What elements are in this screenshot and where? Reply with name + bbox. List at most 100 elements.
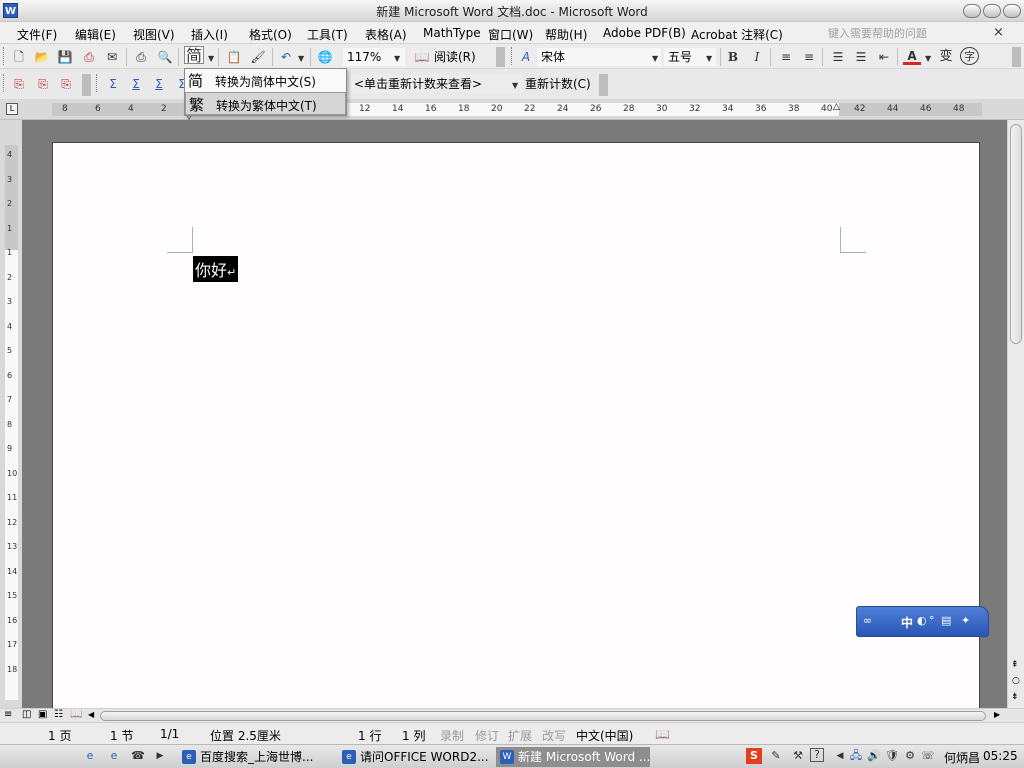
mathtype-inline-icon[interactable]: Σ <box>150 75 168 93</box>
convert-and-review-pdf-icon[interactable]: ⎘ <box>57 75 75 93</box>
convert-to-pdf-icon[interactable]: ⎘ <box>10 75 28 93</box>
word-count-combo[interactable]: <单击重新计数来查看> <box>350 75 522 93</box>
enclose-characters-icon[interactable]: 字 <box>960 47 979 65</box>
font-name-combo[interactable]: 宋体 <box>537 48 661 66</box>
menu-window[interactable]: 窗口(W) <box>488 26 533 43</box>
permission-icon[interactable]: ⎙ <box>80 48 98 66</box>
convert-to-simplified-item[interactable]: 简 转换为简体中文(S) <box>185 69 346 92</box>
start-apple-icon[interactable] <box>28 748 44 764</box>
normal-view-icon[interactable]: ≡ <box>4 709 12 720</box>
toolbar-overflow-chevron[interactable] <box>82 74 91 96</box>
ime-fullwidth-icon[interactable]: ° <box>929 614 935 627</box>
mathtype-sum-icon[interactable]: Σ <box>104 75 122 93</box>
vertical-scrollbar[interactable]: ⇞ ○ ⇟ <box>1007 120 1024 708</box>
menu-table[interactable]: 表格(A) <box>365 26 407 43</box>
next-page-icon[interactable]: ⇟ <box>1011 692 1019 702</box>
format-painter-icon[interactable]: 🖌 <box>249 48 267 66</box>
read-mode-icon[interactable]: 📖 <box>413 48 431 66</box>
chevron-down-icon[interactable]: ▼ <box>925 54 931 63</box>
tray-clock[interactable]: 05:25 <box>983 749 1018 763</box>
status-track-changes[interactable]: 修订 <box>475 727 499 744</box>
menu-mathtype[interactable]: MathType <box>423 26 481 40</box>
ime-chinese-mode-icon[interactable]: 中 <box>901 614 913 631</box>
toolbar-overflow-chevron[interactable] <box>599 74 608 96</box>
print-layout-icon[interactable]: ▣ <box>38 709 47 720</box>
styles-pane-icon[interactable]: A <box>517 48 535 66</box>
print-preview-icon[interactable]: 🔍 <box>156 48 174 66</box>
settings-icon[interactable]: ⚙ <box>902 748 918 764</box>
email-icon[interactable]: ✉ <box>103 48 121 66</box>
decrease-indent-icon[interactable]: ⇤ <box>875 48 893 66</box>
new-document-icon[interactable]: 🗋 <box>10 48 28 66</box>
bold-button[interactable]: B <box>724 48 742 66</box>
bulleted-list-icon[interactable]: ☰ <box>852 48 870 66</box>
recount-button[interactable]: 重新计数(C) <box>521 75 591 93</box>
scroll-left-icon[interactable]: ◀ <box>88 710 94 719</box>
reading-layout-icon[interactable]: 📖 <box>70 709 82 720</box>
paste-icon[interactable]: 📋 <box>225 48 243 66</box>
menu-file[interactable]: 文件(F) <box>17 26 57 43</box>
network-icon[interactable]: 🖧 <box>848 748 864 764</box>
chevron-down-icon[interactable]: ▼ <box>394 54 400 63</box>
web-layout-icon[interactable]: ◫ <box>22 709 31 720</box>
tray-expand-icon[interactable]: ◀ <box>832 748 848 764</box>
spelling-status-icon[interactable]: 📖 <box>655 727 670 741</box>
horizontal-ruler[interactable]: L 86422468101214161820222426283032343638… <box>0 100 1024 121</box>
ime-tools-icon[interactable]: ✦ <box>961 614 970 627</box>
document-page[interactable]: 你好↵ <box>52 142 980 722</box>
toolbar-grip[interactable] <box>3 74 6 92</box>
help-question-box[interactable]: 键入需要帮助的问题 <box>828 25 927 41</box>
quicklaunch-expand-icon[interactable]: ▶ <box>152 748 168 764</box>
previous-page-icon[interactable]: ⇞ <box>1011 660 1019 670</box>
status-language[interactable]: 中文(中国) <box>576 727 633 744</box>
taskbar-item-word[interactable]: W 新建 Microsoft Word ... <box>496 747 650 767</box>
menu-format[interactable]: 格式(O) <box>249 26 292 43</box>
hyperlink-globe-icon[interactable]: 🌐 <box>316 48 334 66</box>
tray-pen-icon[interactable]: ✎ <box>768 748 784 764</box>
ime-status-bar[interactable]: ∞ 中 ◐ ° ▤ ✦ <box>856 606 989 637</box>
chevron-down-icon[interactable]: ▼ <box>512 81 518 90</box>
close-document-button[interactable]: × <box>993 25 1004 40</box>
quicklaunch-ie-icon[interactable]: e <box>82 748 98 764</box>
toolbar-grip[interactable] <box>511 47 514 65</box>
font-color-button[interactable]: A <box>903 47 921 65</box>
volume-icon[interactable]: 🔊 <box>866 748 882 764</box>
ime-logo-icon[interactable]: ∞ <box>863 614 872 627</box>
toolbar-grip[interactable] <box>3 47 6 65</box>
menu-view[interactable]: 视图(V) <box>133 26 175 43</box>
right-indent-marker[interactable]: △ <box>833 102 840 112</box>
toolbar-overflow-chevron[interactable] <box>1012 47 1021 67</box>
menu-acrobat-comments[interactable]: Acrobat 注释(C) <box>691 26 783 43</box>
menu-insert[interactable]: 插入(I) <box>191 26 228 43</box>
vertical-ruler[interactable]: 4 3 2 1 1 2 3 4 5 6 7 8 9 10 11 12 13 14 15 16 17 18 <box>0 120 22 708</box>
status-record-macro[interactable]: 录制 <box>440 727 464 744</box>
status-overtype[interactable]: 改写 <box>542 727 566 744</box>
scroll-right-icon[interactable]: ▶ <box>994 710 1000 719</box>
convert-and-email-pdf-icon[interactable]: ⎘ <box>34 75 52 93</box>
open-folder-icon[interactable]: 📂 <box>33 48 51 66</box>
quicklaunch-messenger-icon[interactable]: ☎ <box>130 748 146 764</box>
read-mode-button[interactable]: 阅读(R) <box>430 48 476 66</box>
menu-help[interactable]: 帮助(H) <box>545 26 587 43</box>
outline-view-icon[interactable]: ☷ <box>54 709 63 720</box>
chevron-down-icon[interactable]: ▼ <box>652 54 658 63</box>
save-icon[interactable]: 💾 <box>56 48 74 66</box>
tray-help-icon[interactable]: ? <box>810 748 824 762</box>
horizontal-scrollbar[interactable]: ≡ ◫ ▣ ☷ 📖 ◀ ▶ <box>0 708 1024 722</box>
menu-edit[interactable]: 编辑(E) <box>75 26 116 43</box>
chevron-down-icon[interactable]: ▼ <box>298 54 304 63</box>
italic-button[interactable]: I <box>748 48 766 66</box>
quicklaunch-browser-icon[interactable]: e <box>106 748 122 764</box>
menu-tools[interactable]: 工具(T) <box>307 26 348 43</box>
phonetic-guide-icon[interactable]: 变 <box>937 48 955 66</box>
maximize-button[interactable] <box>983 4 1001 18</box>
sogou-ime-icon[interactable]: S <box>746 748 762 764</box>
horizontal-scroll-thumb[interactable] <box>100 711 986 721</box>
phone-icon[interactable]: ☏ <box>920 748 936 764</box>
tab-stop-selector-icon[interactable]: L <box>6 103 18 115</box>
select-browse-object-icon[interactable]: ○ <box>1012 676 1020 686</box>
tray-tools-icon[interactable]: ⚒ <box>790 748 806 764</box>
menu-adobe-pdf[interactable]: Adobe PDF(B) <box>603 26 686 40</box>
mathtype-display-icon[interactable]: Σ <box>127 75 145 93</box>
status-extend-selection[interactable]: 扩展 <box>508 727 532 744</box>
